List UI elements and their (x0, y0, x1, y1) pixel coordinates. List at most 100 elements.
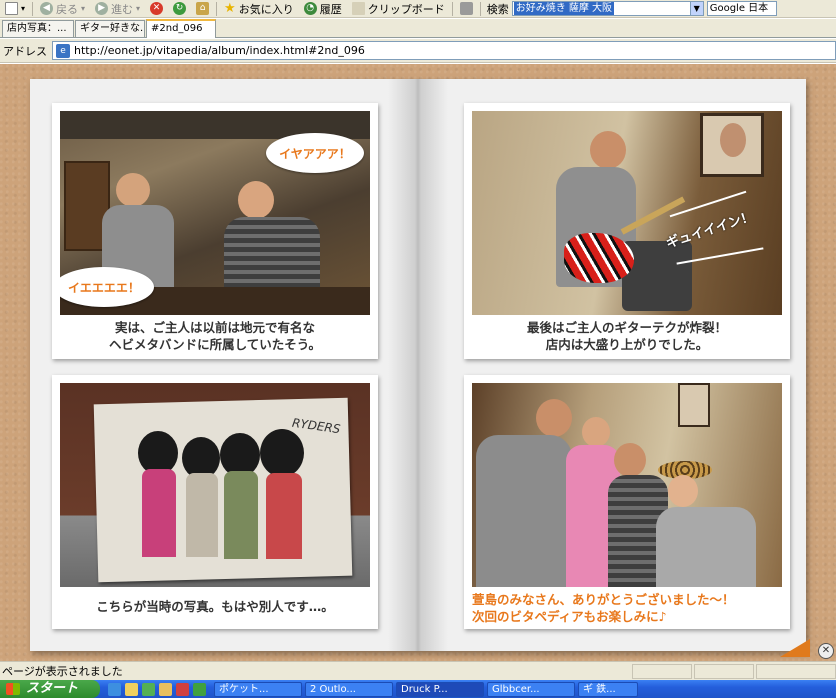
folder-icon[interactable] (159, 682, 172, 696)
refresh-button[interactable]: ↻ (168, 0, 191, 17)
taskbar-item[interactable]: 2 Outlo... (305, 681, 393, 697)
back-label: 戻る (56, 2, 79, 16)
status-pane (694, 663, 754, 679)
stop-button[interactable]: ✕ (145, 0, 168, 17)
status-bar: ページが表示されました (0, 661, 836, 680)
caption-line: 最後はご主人のギターテクが炸裂！ (526, 320, 727, 335)
refresh-icon: ↻ (173, 2, 187, 15)
tab-album-2nd-096[interactable]: #2nd_096 (146, 19, 216, 38)
search-area: 検索 お好み焼き 薩摩 大阪 ▼ Google 日本 (487, 1, 777, 17)
address-input[interactable]: e http://eonet.jp/vitapedia/album/index.… (52, 41, 836, 60)
google-label: Google 日本 (709, 3, 769, 14)
photo-card-2: ギュイイイン！ 最後はご主人のギターテクが炸裂！ 店内は大盛り上がりでした。 (464, 103, 790, 359)
search-value: お好み焼き 薩摩 大阪 (513, 2, 615, 15)
tab-label: 店内写真：... (7, 23, 67, 34)
person-head (668, 475, 698, 507)
status-message: ページが表示されました (2, 665, 123, 678)
star-icon: ★ (224, 1, 236, 16)
person-head (614, 443, 646, 477)
person-body (476, 435, 572, 587)
taskbar-item[interactable]: ギ 鉄... (578, 681, 638, 697)
band-member-body (266, 473, 302, 559)
address-url: http://eonet.jp/vitapedia/album/index.ht… (74, 44, 365, 57)
page-content: イヤアアア！ イエエエエ！ 実は、ご主人は以前は地元で有名な ヘビメタバンドに所… (0, 64, 836, 661)
app-icon[interactable] (176, 682, 189, 696)
forward-button[interactable]: ▶ 進む ▾ (90, 0, 145, 17)
taskbar-item-label: Glbbcer... (492, 683, 540, 695)
page-curl-corner[interactable] (780, 639, 810, 657)
photo-old-band: RYDERS (60, 383, 370, 587)
start-label: スタート (26, 681, 79, 696)
clipboard-icon (351, 2, 365, 15)
print-button[interactable] (455, 0, 478, 17)
start-button[interactable]: スタート (0, 680, 100, 698)
home-icon: ⌂ (196, 2, 210, 15)
photo-caption: 最後はご主人のギターテクが炸裂！ 店内は大盛り上がりでした。 (472, 315, 782, 353)
dropdown-arrow-icon: ▾ (136, 4, 141, 13)
ie-toolbar: ▾ ◀ 戻る ▾ ▶ 進む ▾ ✕ ↻ ⌂ ★ お気に入り ◔ 履歴 クリップボ… (0, 0, 836, 18)
printer-icon (459, 2, 473, 15)
google-search-field[interactable]: Google 日本 (706, 1, 777, 16)
media-icon[interactable] (142, 682, 155, 696)
dropdown-arrow-icon: ▾ (21, 4, 26, 13)
taskbar-item-label: 2 Outlo... (310, 683, 356, 695)
clipboard-label: クリップボード (367, 2, 445, 16)
quick-launch (100, 682, 214, 696)
favorites-label: お気に入り (238, 2, 294, 16)
caption-line: 店内は大盛り上がりでした。 (545, 337, 709, 352)
history-icon: ◔ (303, 2, 317, 15)
page-favicon-icon: e (56, 43, 70, 58)
photo-caption: 実は、ご主人は以前は地元で有名な ヘビメタバンドに所属していたそう。 (60, 315, 370, 353)
person-head (582, 417, 610, 447)
band-member-body (224, 471, 258, 559)
new-page-button[interactable]: ▾ (0, 0, 30, 17)
taskbar-item[interactable]: Druck P... (396, 681, 484, 697)
toolbar-separator (216, 1, 218, 16)
back-arrow-icon: ◀ (40, 2, 54, 15)
page-icon (5, 2, 18, 15)
caption-line: ヘビメタバンドに所属していたそう。 (108, 337, 321, 352)
toolbar-separator (479, 1, 481, 16)
tab-store-photos[interactable]: 店内写真：... (2, 20, 74, 37)
home-button[interactable]: ⌂ (191, 0, 214, 17)
bubble-text: イエエエエ！ (68, 280, 140, 295)
history-button[interactable]: ◔ 履歴 (299, 0, 347, 17)
guitarist-head (590, 131, 626, 169)
tab-guitar[interactable]: ギター好きな... (75, 20, 145, 37)
app-icon[interactable] (193, 682, 206, 696)
taskbar-item[interactable]: ポケット... (214, 681, 302, 697)
poster-shape (678, 383, 710, 427)
bubble-text: イヤアアア！ (279, 146, 351, 161)
chevron-down-icon[interactable]: ▼ (689, 2, 703, 15)
photo-caption: 萱島のみなさん、ありがとうございました～！ 次回のビタペディアもお楽しみに♪ (472, 587, 782, 625)
back-button[interactable]: ◀ 戻る ▾ (35, 0, 90, 17)
search-label: 検索 (486, 2, 509, 16)
close-icon[interactable]: ✕ (818, 643, 834, 659)
photo-card-3: RYDERS こちらが当時の写真。もはや別人です…。 (52, 375, 378, 629)
album-spine (388, 79, 448, 651)
guitarist-legs (622, 241, 692, 311)
status-pane (632, 663, 692, 679)
caption-line: こちらが当時の写真。もはや別人です…。 (96, 599, 334, 614)
clipboard-button[interactable]: クリップボード (347, 0, 450, 17)
taskbar-item-label: Druck P... (401, 683, 448, 695)
mail-icon[interactable] (125, 682, 138, 696)
tab-strip: 店内写真：... ギター好きな... #2nd_096 (0, 19, 836, 38)
photo-group-thanks (472, 383, 782, 587)
person-body (656, 507, 756, 587)
ie-icon[interactable] (108, 682, 121, 696)
tab-label: ギター好きな... (80, 23, 145, 34)
person-right (238, 181, 274, 219)
poster-face (720, 123, 746, 157)
tab-label: #2nd_096 (151, 23, 203, 34)
photo-card-4: 萱島のみなさん、ありがとうございました～！ 次回のビタペディアもお楽しみに♪ (464, 375, 790, 629)
windows-taskbar: スタート ポケット... 2 Outlo... Druck P... Glbbc… (0, 680, 836, 698)
address-label: アドレス (3, 44, 47, 58)
band-member (260, 429, 304, 477)
search-combobox[interactable]: お好み焼き 薩摩 大阪 ▼ (511, 1, 704, 16)
toolbar-separator (451, 1, 453, 16)
forward-arrow-icon: ▶ (95, 2, 109, 15)
stop-icon: ✕ (150, 2, 164, 15)
favorites-button[interactable]: ★ お気に入り (219, 0, 299, 17)
taskbar-item[interactable]: Glbbcer... (487, 681, 575, 697)
